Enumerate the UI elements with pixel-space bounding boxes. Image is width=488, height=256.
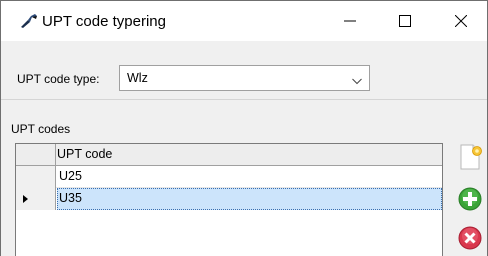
current-row-arrow-icon xyxy=(23,195,28,203)
upt-code-cell[interactable]: U25 xyxy=(57,166,442,188)
upt-code-type-label: UPT code type: xyxy=(17,72,100,86)
title-bar[interactable]: UPT code typering xyxy=(1,1,487,41)
chevron-down-icon xyxy=(352,74,362,88)
column-header-upt-code[interactable]: UPT code xyxy=(57,147,112,161)
grid-corner-header xyxy=(16,144,56,165)
add-circle-icon xyxy=(458,187,482,211)
maximize-icon xyxy=(399,15,411,27)
new-button[interactable] xyxy=(455,142,485,172)
upt-code-type-select[interactable]: Wlz xyxy=(119,65,370,91)
upt-codes-grid[interactable]: UPT code U25 U35 xyxy=(15,143,443,256)
table-row-selected[interactable]: U35 xyxy=(16,188,442,210)
upt-code-cell-selected[interactable]: U35 xyxy=(57,188,442,210)
delete-button[interactable] xyxy=(455,223,485,253)
separator xyxy=(1,99,487,100)
row-header-current[interactable] xyxy=(16,188,56,210)
delete-circle-icon xyxy=(458,226,482,250)
minimize-icon xyxy=(344,20,356,22)
row-header[interactable] xyxy=(16,166,56,188)
minimize-button[interactable] xyxy=(327,1,373,41)
grid-header: UPT code xyxy=(16,144,442,166)
upt-codes-label: UPT codes xyxy=(11,122,71,136)
new-document-icon xyxy=(460,144,482,170)
close-button[interactable] xyxy=(438,1,484,41)
upt-code-type-value: Wlz xyxy=(127,71,148,85)
table-row[interactable]: U25 xyxy=(16,166,442,188)
wrench-icon xyxy=(20,13,38,29)
type-row: UPT code type: Wlz xyxy=(1,57,487,99)
maximize-button[interactable] xyxy=(382,1,428,41)
dialog-window: UPT code typering UPT code type: Wlz UPT… xyxy=(0,0,488,256)
window-title: UPT code typering xyxy=(42,13,166,30)
add-button[interactable] xyxy=(455,184,485,214)
close-icon xyxy=(455,15,467,27)
